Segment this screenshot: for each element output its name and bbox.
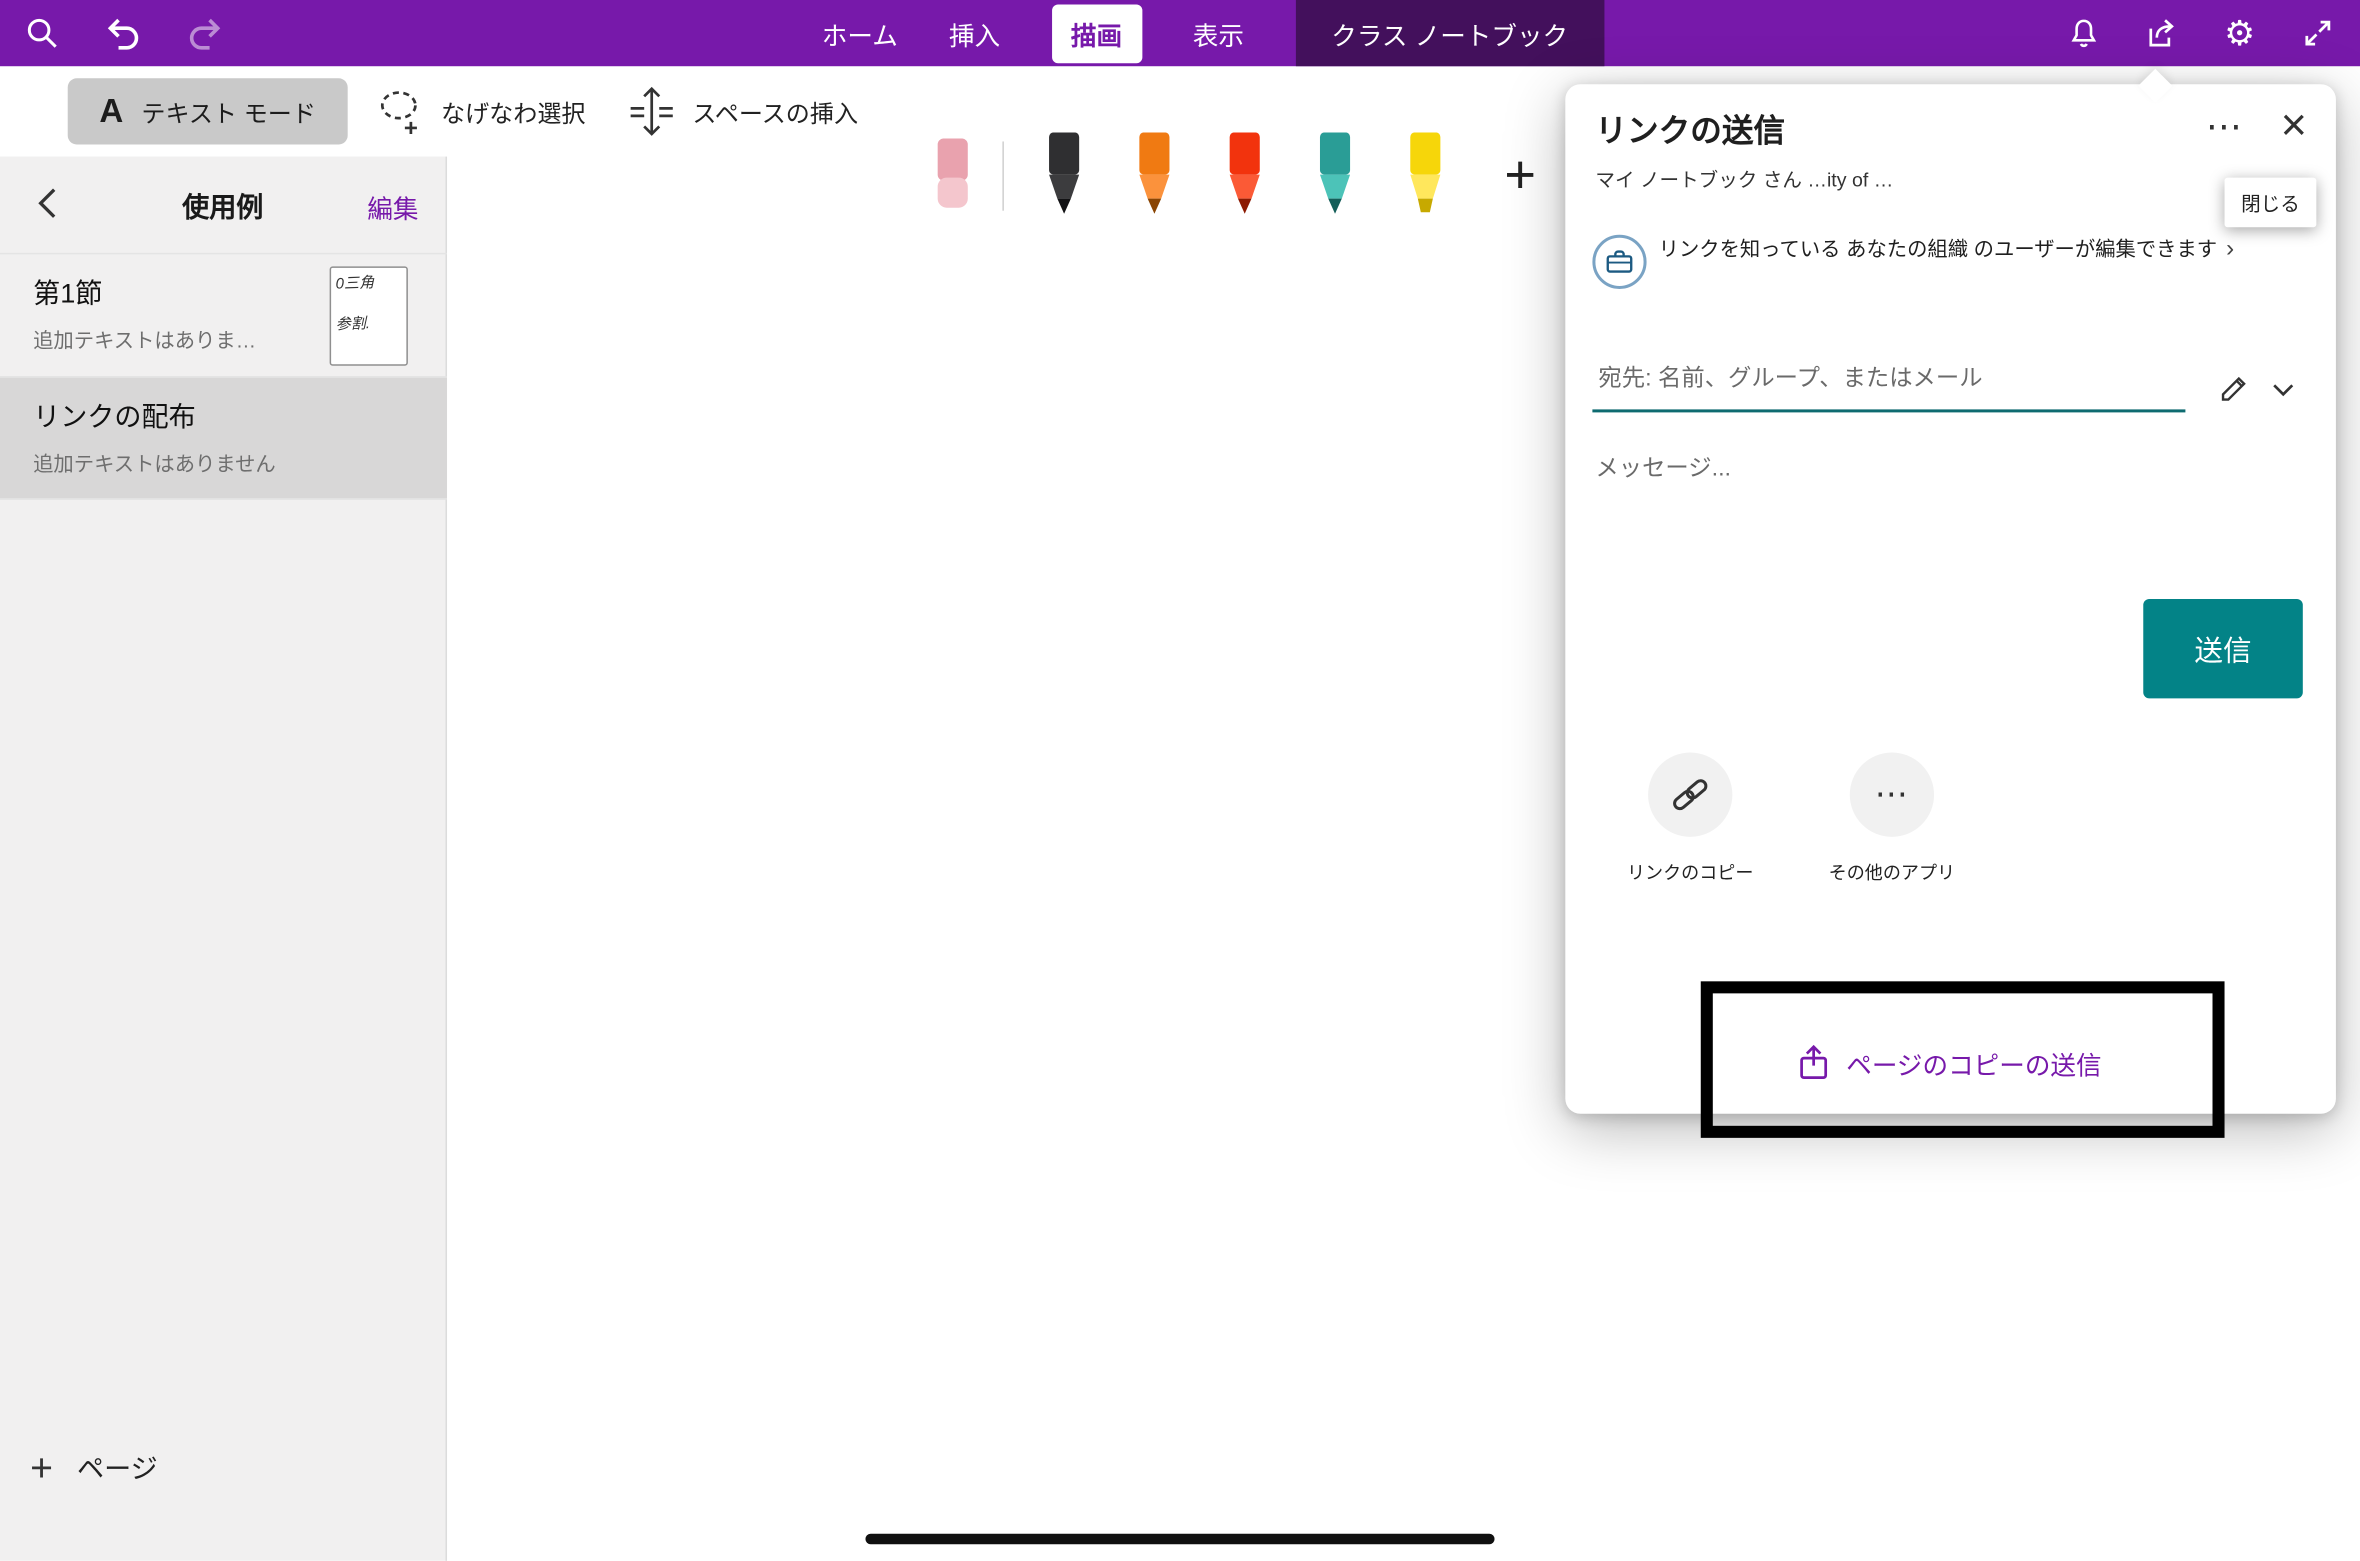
send-link-dialog: リンクの送信 ⋯ × 閉じる マイ ノートブック さん …ity of … リン… (1565, 84, 2336, 1113)
dialog-more-options-icon[interactable]: ⋯ (2197, 102, 2251, 150)
highlighter-yellow[interactable] (1403, 132, 1448, 216)
onenote-app: ホーム 挿入 描画 表示 クラス ノートブック ⚙ A テキスト モード (0, 0, 2360, 1561)
page-title: 第1節 (33, 272, 102, 311)
page-title: リンクの配布 (33, 396, 196, 435)
app-screenshot: ホーム 挿入 描画 表示 クラス ノートブック ⚙ A テキスト モード (0, 0, 2360, 1561)
insert-space-icon (625, 84, 679, 138)
insert-space-button[interactable]: スペースの挿入 (625, 78, 858, 144)
topbar-right-icons: ⚙ (2050, 0, 2351, 66)
other-apps-label: その他のアプリ (1787, 859, 1998, 885)
share-icon[interactable] (2128, 0, 2194, 66)
ribbon-tabs: ホーム 挿入 描画 表示 クラス ノートブック (822, 0, 1604, 66)
page-list-sidebar: 使用例 編集 第1節 追加テキストはありま… 0三角 参割. リンクの配布 追加… (0, 157, 447, 1561)
thumbnail-handwriting-line2: 参割. (335, 313, 402, 335)
lasso-label: なげなわ選択 (441, 93, 586, 129)
other-apps-button[interactable]: ⋯ (1850, 753, 1934, 837)
tab-insert[interactable]: 挿入 (949, 14, 1000, 52)
share-upload-icon (1797, 1045, 1830, 1081)
pen-black[interactable] (1042, 132, 1087, 216)
text-mode-button[interactable]: A テキスト モード (68, 78, 348, 144)
tab-class-notebook[interactable]: クラス ノートブック (1295, 0, 1604, 66)
chevron-right-icon: › (2226, 236, 2234, 262)
ellipsis-icon: ⋯ (1875, 775, 1910, 814)
redo-icon[interactable] (172, 0, 238, 66)
recipient-chevron-down-icon[interactable] (2264, 370, 2303, 409)
link-icon (1669, 774, 1711, 816)
permission-scope-icon (1592, 235, 1646, 289)
toolbar-divider (1002, 141, 1004, 210)
lasso-select-button[interactable]: なげなわ選択 (373, 78, 585, 144)
add-pen-button[interactable]: + (1487, 141, 1553, 207)
page-list-item-1[interactable]: 第1節 追加テキストはありま… 0三角 参割. (0, 253, 447, 376)
lasso-icon (373, 84, 427, 138)
notebook-name-subtitle: マイ ノートブック さん …ity of … (1595, 164, 1893, 193)
undo-icon[interactable] (90, 0, 156, 66)
message-input[interactable] (1592, 455, 2089, 485)
send-button[interactable]: 送信 (2143, 599, 2303, 698)
dialog-close-icon[interactable]: × (2264, 96, 2324, 156)
tab-draw[interactable]: 描画 (1051, 4, 1141, 63)
edit-permission-pencil-icon[interactable] (2213, 364, 2258, 409)
page-subtitle: 追加テキストはありません (33, 447, 276, 477)
thumbnail-handwriting-line1: 0三角 (335, 273, 402, 295)
copy-link-button[interactable] (1648, 753, 1732, 837)
page-list-item-2-selected[interactable]: リンクの配布 追加テキストはありません (0, 376, 447, 499)
tab-view[interactable]: 表示 (1193, 14, 1244, 52)
briefcase-icon (1603, 245, 1636, 278)
pen-teal[interactable] (1312, 132, 1357, 216)
sidebar-header: 使用例 編集 (0, 157, 446, 250)
message-field-container (1592, 455, 2089, 485)
text-mode-label: テキスト モード (141, 93, 316, 129)
page-subtitle: 追加テキストはありま… (33, 324, 256, 354)
send-page-copy-label: ページのコピーの送信 (1846, 1044, 2101, 1082)
link-permission-setting[interactable]: リンクを知っている あなたの組織 のユーザーが編集できます › (1659, 233, 2261, 265)
search-icon[interactable] (9, 0, 75, 66)
dialog-title: リンクの送信 (1595, 107, 1785, 152)
notifications-bell-icon[interactable] (2050, 0, 2116, 66)
pen-red[interactable] (1222, 132, 1267, 216)
tab-home[interactable]: ホーム (822, 14, 898, 52)
plus-icon: + (30, 1448, 53, 1487)
top-app-bar: ホーム 挿入 描画 表示 クラス ノートブック ⚙ (0, 0, 2360, 66)
edit-link[interactable]: 編集 (367, 188, 418, 226)
eraser-tool[interactable] (933, 138, 972, 213)
add-page-button[interactable]: + ページ (30, 1448, 158, 1487)
home-indicator-bar (865, 1534, 1494, 1545)
settings-gear-icon[interactable]: ⚙ (2206, 0, 2272, 66)
send-page-copy-button[interactable]: ページのコピーの送信 (1731, 1026, 2167, 1098)
permission-text: リンクを知っている あなたの組織 のユーザーが編集できます (1659, 238, 2217, 261)
close-tooltip: 閉じる (2225, 178, 2317, 228)
pen-orange[interactable] (1132, 132, 1177, 216)
copy-link-label: リンクのコピー (1585, 859, 1796, 885)
text-mode-icon: A (99, 92, 123, 131)
add-page-label: ページ (77, 1448, 158, 1487)
insert-space-label: スペースの挿入 (692, 93, 858, 129)
page-thumbnail: 0三角 参割. (330, 266, 408, 365)
recipient-field-container (1592, 358, 2185, 412)
fullscreen-expand-icon[interactable] (2285, 0, 2351, 66)
recipient-input[interactable] (1595, 364, 2182, 394)
